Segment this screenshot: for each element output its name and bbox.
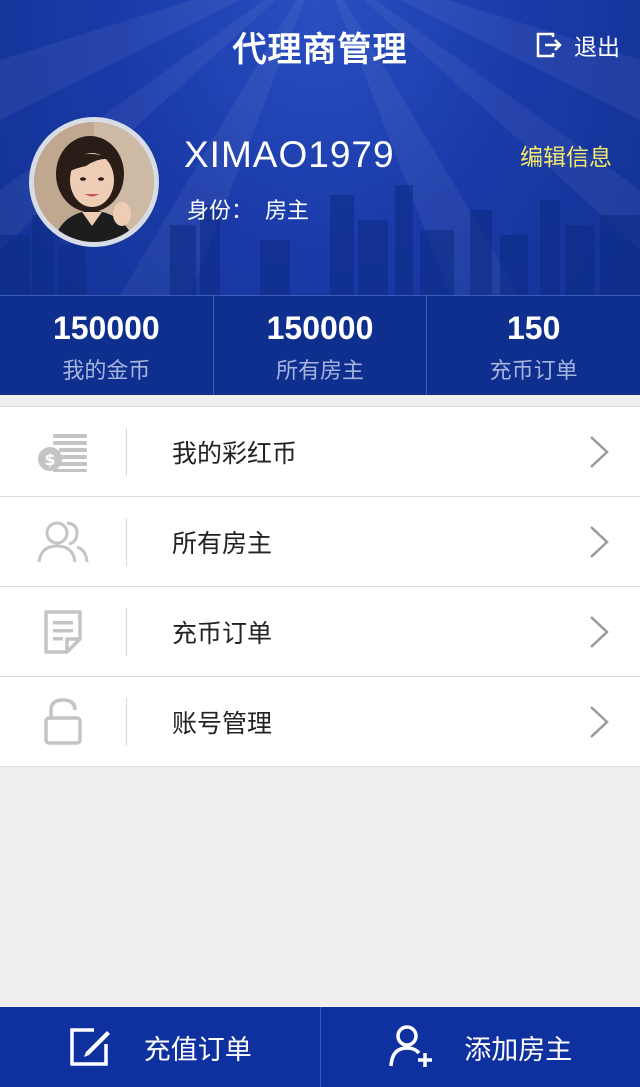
edit-info-link[interactable]: 编辑信息 [520,138,612,172]
stats-bar: 150000 我的金币 150000 所有房主 150 充币订单 [0,295,640,395]
stat-value: 150000 [52,310,160,346]
avatar-photo [34,122,154,242]
username: XIMAO1979 [184,134,395,175]
stat-label: 我的金币 [62,359,151,384]
menu-divider [126,517,127,566]
menu-divider [126,697,127,746]
menu-item-account-management[interactable]: 账号管理 [0,677,640,767]
role-line: 身份： 房主 [187,193,309,225]
svg-text:$: $ [44,450,55,469]
menu-item-all-owners[interactable]: 所有房主 [0,497,640,587]
stat-label: 所有房主 [276,359,365,384]
role-label: 身份： [187,199,254,224]
menu-item-my-coins[interactable]: $ 我的彩红币 [0,407,640,497]
logout-icon [536,32,562,58]
users-icon [37,521,89,562]
coins-icon: $ [38,433,87,472]
add-user-icon [389,1025,433,1067]
stat-value: 150 [506,310,561,346]
role-value: 房主 [265,199,310,224]
edit-icon [70,1028,110,1066]
logout-label: 退出 [574,35,620,61]
menu-divider [126,607,127,656]
recharge-order-label: 充值订单 [143,1034,252,1066]
menu-divider [126,427,127,476]
chevron-right-icon [590,436,609,468]
menu-label: 账号管理 [172,708,273,738]
chevron-right-icon [590,706,609,738]
add-owner-button[interactable]: 添加房主 [321,1007,640,1087]
add-owner-label: 添加房主 [464,1034,573,1066]
avatar[interactable] [29,117,159,247]
chevron-right-icon [590,616,609,648]
logout-button[interactable]: 退出 [536,28,620,62]
menu-label: 我的彩红币 [172,438,298,468]
menu-label: 充币订单 [172,618,273,648]
document-icon [44,609,82,654]
stat-label: 充币订单 [489,359,578,384]
chevron-right-icon [590,526,609,558]
menu-label: 所有房主 [172,528,273,558]
stat-recharge-orders[interactable]: 150 充币订单 [427,296,640,395]
bottom-action-bar: 充值订单 添加房主 [0,1007,640,1087]
recharge-order-button[interactable]: 充值订单 [0,1007,321,1087]
stat-value: 150000 [266,310,374,346]
menu-list: $ 我的彩红币 所有房主 充币订单 账号管理 [0,406,640,767]
stat-my-coins[interactable]: 150000 我的金币 [0,296,214,395]
unlock-icon [44,697,82,745]
menu-item-recharge-orders[interactable]: 充币订单 [0,587,640,677]
stat-all-owners[interactable]: 150000 所有房主 [214,296,428,395]
